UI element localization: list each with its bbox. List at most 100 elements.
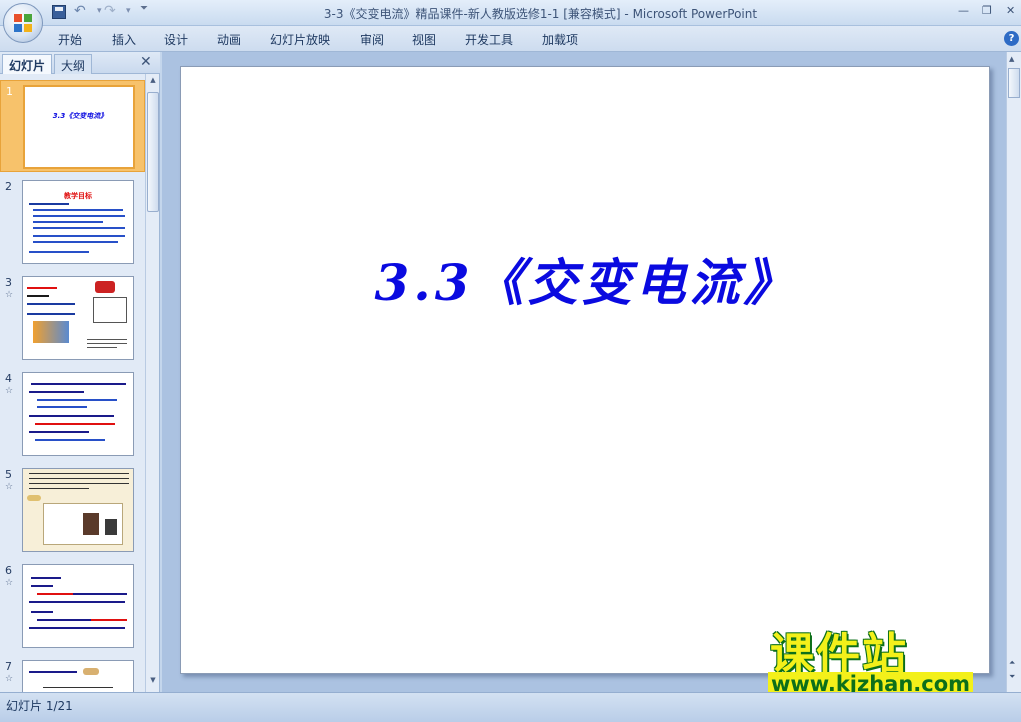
thumb-text-line <box>87 343 127 344</box>
slide-editor: 3.3《交变电流》 <box>162 52 1006 692</box>
thumb-text-line <box>29 483 129 484</box>
slide-scrollbar[interactable]: ▲ ⏶ ⏷ <box>1006 52 1021 692</box>
thumbnail-item[interactable]: 3 ☆ <box>0 272 145 364</box>
next-slide-icon[interactable]: ⏷ <box>1009 672 1015 682</box>
tab-review[interactable]: 审阅 <box>360 31 384 48</box>
office-button[interactable] <box>3 3 43 43</box>
animation-icon: ☆ <box>5 290 14 300</box>
tab-design[interactable]: 设计 <box>164 31 188 48</box>
close-panel-icon[interactable]: ✕ <box>140 54 152 70</box>
slide-title[interactable]: 3.3《交变电流》 <box>181 243 991 315</box>
thumbnail-item[interactable]: 5 ☆ <box>0 464 145 556</box>
thumb-badge <box>27 495 41 501</box>
thumb-text-line <box>37 399 117 401</box>
thumb-badge <box>83 668 99 675</box>
thumb-text-line <box>29 627 125 629</box>
thumb-text-line <box>33 221 103 223</box>
thumb-text-line <box>31 611 53 613</box>
scrollbar-thumb[interactable] <box>147 92 159 212</box>
thumbnail-item[interactable]: 6 ☆ <box>0 560 145 652</box>
thumb-text-line <box>29 478 129 479</box>
animation-icon: ☆ <box>5 386 14 396</box>
slides-panel: 幻灯片 大纲 ✕ 1 3.3《交变电流》 2 教学目标 3 ☆ 4 ☆ 5 ☆ … <box>0 52 160 692</box>
thumbnail-item[interactable]: 4 ☆ <box>0 368 145 460</box>
thumb-title: 教学目标 <box>64 192 92 200</box>
thumb-text-line <box>37 406 87 408</box>
thumb-text-line <box>33 235 125 237</box>
tab-view[interactable]: 视图 <box>412 31 436 48</box>
panel-tabs: 幻灯片 大纲 ✕ <box>0 52 160 74</box>
slide-thumbnail[interactable]: 3.3《交变电流》 <box>23 85 135 169</box>
thumb-text-line <box>27 313 75 315</box>
tab-addins[interactable]: 加载项 <box>542 31 578 48</box>
tab-slides[interactable]: 幻灯片 <box>2 54 53 74</box>
tab-outline[interactable]: 大纲 <box>54 54 93 74</box>
tab-animations[interactable]: 动画 <box>217 31 241 48</box>
slide-number: 5 <box>5 468 12 481</box>
help-icon[interactable]: ? <box>1004 31 1019 46</box>
thumbnail-scrollbar[interactable]: ▲ ▼ <box>145 74 159 692</box>
previous-slide-icon[interactable]: ⏶ <box>1009 658 1015 668</box>
thumb-text-line <box>33 215 125 217</box>
tab-developer[interactable]: 开发工具 <box>465 31 513 48</box>
scroll-up-icon[interactable]: ▲ <box>147 76 159 90</box>
tab-insert[interactable]: 插入 <box>112 31 136 48</box>
scroll-down-icon[interactable]: ▼ <box>147 676 159 690</box>
slide-number: 6 <box>5 564 12 577</box>
close-button[interactable]: ✕ <box>1006 4 1015 17</box>
slide-thumbnail[interactable] <box>22 660 134 692</box>
thumb-text-line <box>31 383 126 385</box>
window-title: 3-3《交变电流》精品课件-新人教版选修1-1 [兼容模式] - Microso… <box>323 7 758 21</box>
tab-home[interactable]: 开始 <box>58 31 82 48</box>
thumb-image <box>93 297 127 323</box>
thumb-text-line <box>29 671 77 673</box>
thumb-text-line <box>35 439 105 441</box>
slide-thumbnail[interactable] <box>22 468 134 552</box>
thumb-image <box>95 281 115 293</box>
thumb-text-line <box>33 209 123 211</box>
office-logo-icon <box>14 14 32 32</box>
thumb-text-line <box>27 295 49 297</box>
slide-thumbnail[interactable]: 教学目标 <box>22 180 134 264</box>
slide-thumbnail[interactable] <box>22 564 134 648</box>
thumb-text-line <box>33 227 125 229</box>
minimize-button[interactable]: — <box>958 4 969 17</box>
scroll-up-icon[interactable]: ▲ <box>1009 55 1014 63</box>
slide-number: 2 <box>5 180 12 193</box>
status-bar: 幻灯片 1/21 <box>0 692 1021 722</box>
thumbnail-item[interactable]: 7 ☆ <box>0 656 145 692</box>
thumb-text-line <box>29 601 125 603</box>
thumb-title: 3.3《交变电流》 <box>52 112 108 120</box>
thumbnail-item[interactable]: 1 3.3《交变电流》 <box>0 80 145 172</box>
current-slide[interactable]: 3.3《交变电流》 <box>180 66 990 674</box>
thumb-text-line <box>29 415 114 417</box>
thumb-text-line <box>35 423 115 425</box>
thumb-text-line <box>87 339 127 340</box>
slide-thumbnail[interactable] <box>22 372 134 456</box>
slide-thumbnail[interactable] <box>22 276 134 360</box>
thumb-text-line <box>27 303 75 305</box>
thumb-text-line <box>29 488 89 489</box>
slide-counter: 幻灯片 1/21 <box>6 699 73 713</box>
thumb-text-line <box>29 431 89 433</box>
thumbnail-item[interactable]: 2 教学目标 <box>0 176 145 268</box>
thumb-text-line <box>29 251 89 253</box>
animation-icon: ☆ <box>5 482 14 492</box>
maximize-button[interactable]: ❐ <box>982 4 992 17</box>
thumb-image <box>83 513 99 535</box>
thumb-text-line <box>37 593 127 595</box>
thumb-text-line <box>27 287 57 289</box>
ribbon-tabs: 开始 插入 设计 动画 幻灯片放映 审阅 视图 开发工具 加载项 ? <box>0 26 1021 52</box>
tab-slideshow[interactable]: 幻灯片放映 <box>270 31 330 48</box>
scrollbar-thumb[interactable] <box>1008 68 1020 98</box>
thumb-image <box>33 321 69 343</box>
thumb-image <box>105 519 117 535</box>
thumb-text-line <box>33 241 118 243</box>
slide-number: 1 <box>6 85 13 98</box>
thumb-text-line <box>87 347 117 348</box>
thumb-text-line <box>31 585 53 587</box>
thumb-text-line <box>29 473 129 474</box>
slide-number: 7 <box>5 660 12 673</box>
thumb-text-line <box>37 619 127 621</box>
slide-number: 4 <box>5 372 12 385</box>
